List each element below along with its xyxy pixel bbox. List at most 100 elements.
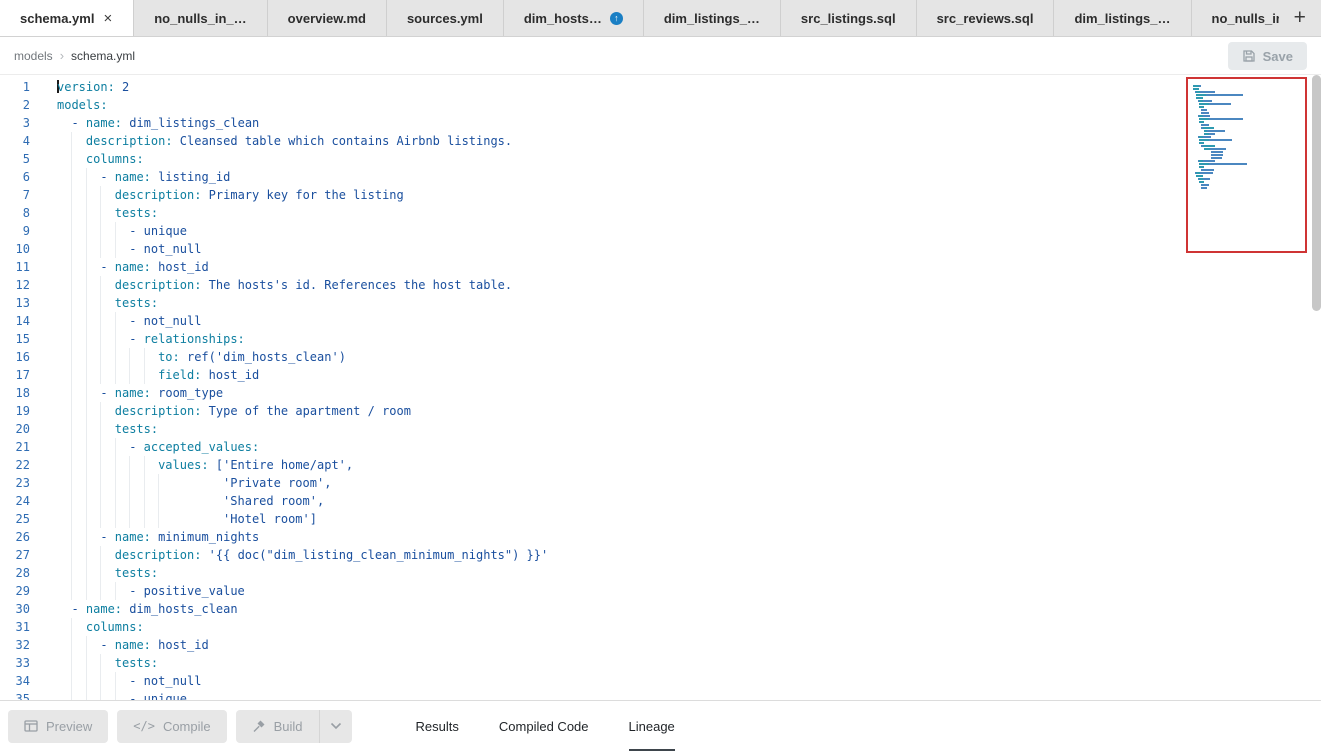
code-line[interactable]: 6 - name: listing_id [0,168,1321,186]
code-line[interactable]: 5 columns: [0,150,1321,168]
indent-guide [115,492,129,510]
code-line-text: models: [44,96,108,114]
breadcrumb-item-models[interactable]: models [14,49,53,63]
code-line[interactable]: 9 - unique [0,222,1321,240]
editor-tab[interactable]: sources.yml [387,0,504,36]
minimap-segment [1203,160,1215,162]
minimap-segment [1196,175,1202,177]
minimap-line [1201,145,1300,147]
code-line[interactable]: 4 description: Cleansed table which cont… [0,132,1321,150]
editor-tab[interactable]: overview.md [268,0,387,36]
code-line[interactable]: 21 - accepted_values: [0,438,1321,456]
indent-guide [57,384,71,402]
indent-guide [201,474,215,492]
scrollbar-thumb[interactable] [1312,75,1321,311]
code-line[interactable]: 27 description: '{{ doc("dim_listing_cle… [0,546,1321,564]
code-line[interactable]: 20 tests: [0,420,1321,438]
code-line[interactable]: 14 - not_null [0,312,1321,330]
indent-guide [100,582,114,600]
code-token: unique [144,692,187,700]
editor-tab[interactable]: src_reviews.sql [917,0,1055,36]
code-line[interactable]: 2models: [0,96,1321,114]
save-button[interactable]: Save [1228,42,1307,70]
code-line[interactable]: 23 'Private room', [0,474,1321,492]
code-editor[interactable]: 1version: 22models:3 - name: dim_listing… [0,75,1321,700]
tab-label: no_nulls_in_… [154,11,246,26]
indent-guide [71,636,85,654]
code-token: - [100,638,114,652]
code-line[interactable]: 26 - name: minimum_nights [0,528,1321,546]
code-line[interactable]: 31 columns: [0,618,1321,636]
code-token: ['Entire home/apt', [209,458,354,472]
indent-guide [86,690,100,700]
code-token: listing_id [151,170,230,184]
minimap[interactable] [1186,77,1307,253]
indent-guide [144,492,158,510]
indent-guide [86,348,100,366]
line-number: 27 [0,546,44,564]
indent-guide [71,402,85,420]
code-line[interactable]: 30 - name: dim_hosts_clean [0,600,1321,618]
code-line[interactable]: 22 values: ['Entire home/apt', [0,456,1321,474]
code-line-text: - accepted_values: [44,438,259,456]
editor-tab[interactable]: no_nulls_in_… [134,0,267,36]
indent-guide [115,240,129,258]
code-line[interactable]: 8 tests: [0,204,1321,222]
editor-tab[interactable]: src_listings.sql [781,0,917,36]
close-icon[interactable]: × [102,11,113,26]
code-line[interactable]: 15 - relationships: [0,330,1321,348]
minimap-line [1199,163,1300,165]
indent-guide [57,240,71,258]
minimap-segment [1196,94,1206,96]
line-number: 6 [0,168,44,186]
code-line[interactable]: 19 description: Type of the apartment / … [0,402,1321,420]
code-token: 2 [115,80,129,94]
code-line[interactable]: 3 - name: dim_listings_clean [0,114,1321,132]
code-line[interactable]: 35 - unique [0,690,1321,700]
code-line[interactable]: 13 tests: [0,294,1321,312]
code-line[interactable]: 29 - positive_value [0,582,1321,600]
minimap-segment [1206,94,1244,96]
code-token: columns: [86,152,144,166]
build-button[interactable]: Build [236,710,319,743]
code-line[interactable]: 28 tests: [0,564,1321,582]
editor-tab[interactable]: no_nulls_in_… [1192,0,1279,36]
tab-results[interactable]: Results [416,701,459,751]
code-line[interactable]: 1version: 2 [0,78,1321,96]
minimap-segment [1211,157,1221,159]
new-tab-button[interactable]: + [1279,0,1321,36]
indent-guide [173,474,187,492]
minimap-line [1211,157,1300,159]
minimap-segment [1203,145,1216,147]
indent-guide [187,510,201,528]
indent-guide [71,528,85,546]
tab-compiled-code[interactable]: Compiled Code [499,701,589,751]
minimap-line [1198,100,1300,102]
code-line[interactable]: 10 - not_null [0,240,1321,258]
code-line[interactable]: 25 'Hotel room'] [0,510,1321,528]
editor-tab[interactable]: dim_listings_… [644,0,781,36]
code-line[interactable]: 7 description: Primary key for the listi… [0,186,1321,204]
code-token: room_type [151,386,223,400]
indent-guide [86,168,100,186]
code-line[interactable]: 11 - name: host_id [0,258,1321,276]
indent-space [216,512,223,526]
indent-guide [57,258,71,276]
code-line[interactable]: 18 - name: room_type [0,384,1321,402]
editor-tab[interactable]: dim_listings_… [1054,0,1191,36]
code-line[interactable]: 16 to: ref('dim_hosts_clean') [0,348,1321,366]
editor-tab[interactable]: schema.yml× [0,0,134,36]
preview-button[interactable]: Preview [8,710,108,743]
code-line[interactable]: 32 - name: host_id [0,636,1321,654]
build-dropdown-button[interactable] [319,710,352,743]
code-line[interactable]: 34 - not_null [0,672,1321,690]
tab-lineage[interactable]: Lineage [629,701,675,751]
line-number: 1 [0,78,44,96]
code-line[interactable]: 24 'Shared room', [0,492,1321,510]
minimap-segment [1209,118,1243,120]
code-line[interactable]: 17 field: host_id [0,366,1321,384]
editor-tab[interactable]: dim_hosts…↑ [504,0,644,36]
code-line[interactable]: 33 tests: [0,654,1321,672]
compile-button[interactable]: </> Compile [117,710,226,743]
code-line[interactable]: 12 description: The hosts's id. Referenc… [0,276,1321,294]
